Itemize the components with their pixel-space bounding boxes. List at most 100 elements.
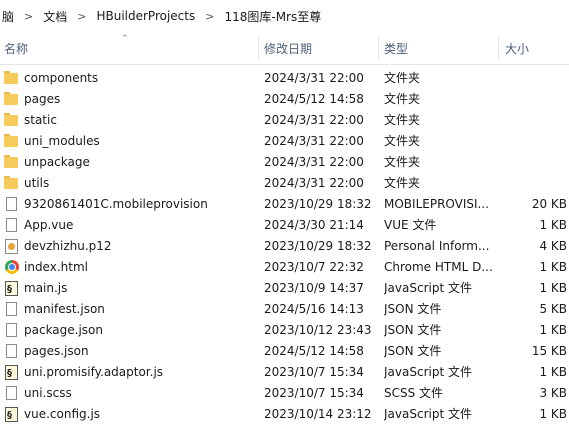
file-modified-date: 2024/3/31 22:00 <box>264 134 364 148</box>
breadcrumb: 脑 > 文档 > HBuilderProjects > 118图库-Mrs至尊 <box>0 0 569 32</box>
file-size: 1 KB <box>539 218 567 232</box>
file-type: SCSS 文件 <box>384 386 444 400</box>
file-icon <box>6 344 17 358</box>
certificate-icon <box>5 239 18 254</box>
breadcrumb-item-pc[interactable]: 脑 <box>0 8 16 25</box>
file-size: 1 KB <box>539 407 567 421</box>
column-header-size[interactable]: 大小 <box>505 32 529 64</box>
file-type: JSON 文件 <box>384 323 442 337</box>
file-icon <box>6 302 17 316</box>
file-name: unpackage <box>24 155 90 169</box>
file-type: MOBILEPROVISI... <box>384 197 489 211</box>
file-size: 20 KB <box>531 197 567 211</box>
file-name: main.js <box>24 281 68 295</box>
folder-icon <box>4 71 18 84</box>
file-name: components <box>24 71 99 85</box>
file-type: JSON 文件 <box>384 344 442 358</box>
file-name: devzhizhu.p12 <box>24 239 112 253</box>
file-row[interactable]: index.html 2023/10/7 22:32 Chrome HTML D..… <box>0 257 569 278</box>
file-row[interactable]: App.vue 2024/3/30 21:14 VUE 文件 1 KB <box>0 215 569 236</box>
file-modified-date: 2023/10/9 14:37 <box>264 281 364 295</box>
file-row[interactable]: components 2024/3/31 22:00 文件夹 <box>0 68 569 89</box>
file-modified-date: 2024/3/30 21:14 <box>264 218 364 232</box>
file-row[interactable]: manifest.json 2024/5/16 14:13 JSON 文件 5 KB <box>0 299 569 320</box>
file-name: App.vue <box>24 218 74 232</box>
file-name: 9320861401C.mobileprovision <box>24 197 208 211</box>
file-modified-date: 2023/10/14 23:12 <box>264 407 372 421</box>
file-size: 1 KB <box>539 365 567 379</box>
file-icon <box>6 323 17 337</box>
folder-icon <box>4 113 18 126</box>
file-row[interactable]: devzhizhu.p12 2023/10/29 18:32 Personal In… <box>0 236 569 257</box>
file-size: 3 KB <box>539 386 567 400</box>
file-row[interactable]: unpackage 2024/3/31 22:00 文件夹 <box>0 152 569 173</box>
file-row[interactable]: uni.scss 2023/10/7 15:34 SCSS 文件 3 KB <box>0 383 569 404</box>
file-modified-date: 2023/10/12 23:43 <box>264 323 372 337</box>
column-header-date[interactable]: 修改日期 <box>264 32 312 64</box>
file-size: 4 KB <box>539 239 567 253</box>
file-name: utils <box>24 176 50 190</box>
file-row[interactable]: package.json 2023/10/12 23:43 JSON 文件 1 KB <box>0 320 569 341</box>
script-icon: § <box>5 365 18 380</box>
file-row[interactable]: § main.js 2023/10/9 14:37 JavaScript 文件 1 KB <box>0 278 569 299</box>
file-icon <box>6 386 17 400</box>
file-name: uni_modules <box>24 134 100 148</box>
file-row[interactable]: § vue.config.js 2023/10/14 23:12 JavaScript… <box>0 404 569 425</box>
file-type: JavaScript 文件 <box>384 365 472 379</box>
file-modified-date: 2023/10/7 22:32 <box>264 260 364 274</box>
file-modified-date: 2024/3/31 22:00 <box>264 155 364 169</box>
folder-icon <box>4 92 18 105</box>
file-icon <box>6 218 17 232</box>
file-row[interactable]: pages.json 2024/5/12 14:58 JSON 文件 15 KB <box>0 341 569 362</box>
breadcrumb-item-current-folder[interactable]: 118图库-Mrs至尊 <box>222 8 323 25</box>
file-size: 1 KB <box>539 281 567 295</box>
file-size: 1 KB <box>539 323 567 337</box>
breadcrumb-separator-icon[interactable]: > <box>69 10 94 23</box>
file-modified-date: 2024/3/31 22:00 <box>264 176 364 190</box>
file-name: static <box>24 113 57 127</box>
file-size: 1 KB <box>539 260 567 274</box>
folder-icon <box>4 155 18 168</box>
breadcrumb-item-hbuilderprojects[interactable]: HBuilderProjects <box>94 9 197 23</box>
script-icon: § <box>5 281 18 296</box>
chrome-icon <box>5 260 19 274</box>
file-type: JavaScript 文件 <box>384 407 472 421</box>
file-type: Chrome HTML D... <box>384 260 493 274</box>
file-type: 文件夹 <box>384 176 421 190</box>
column-header-type[interactable]: 类型 <box>384 32 408 64</box>
column-divider[interactable] <box>378 36 379 60</box>
file-row[interactable]: pages 2024/5/12 14:58 文件夹 <box>0 89 569 110</box>
file-modified-date: 2023/10/29 18:32 <box>264 239 372 253</box>
file-type: JSON 文件 <box>384 302 442 316</box>
folder-icon <box>4 176 18 189</box>
breadcrumb-item-documents[interactable]: 文档 <box>41 8 69 25</box>
file-type: 文件夹 <box>384 71 421 85</box>
file-name: uni.promisify.adaptor.js <box>24 365 164 379</box>
file-modified-date: 2024/3/31 22:00 <box>264 71 364 85</box>
file-modified-date: 2024/5/12 14:58 <box>264 92 364 106</box>
column-divider[interactable] <box>258 36 259 60</box>
file-type: JavaScript 文件 <box>384 281 472 295</box>
file-row[interactable]: 9320861401C.mobileprovision 2023/10/29 18… <box>0 194 569 215</box>
breadcrumb-separator-icon[interactable]: > <box>197 10 222 23</box>
folder-icon <box>4 134 18 147</box>
file-type: 文件夹 <box>384 92 421 106</box>
file-type: 文件夹 <box>384 134 421 148</box>
file-type: Personal Inform... <box>384 239 490 253</box>
file-row[interactable]: § uni.promisify.adaptor.js 2023/10/7 15:34… <box>0 362 569 383</box>
breadcrumb-separator-icon[interactable]: > <box>16 10 41 23</box>
file-modified-date: 2024/5/16 14:13 <box>264 302 364 316</box>
file-size: 15 KB <box>531 344 567 358</box>
column-header-name[interactable]: 名称 <box>4 32 28 64</box>
file-row[interactable]: utils 2024/3/31 22:00 文件夹 <box>0 173 569 194</box>
file-name: package.json <box>24 323 104 337</box>
file-name: pages <box>24 92 61 106</box>
column-divider[interactable] <box>498 36 499 60</box>
file-row[interactable]: uni_modules 2024/3/31 22:00 文件夹 <box>0 131 569 152</box>
file-row[interactable]: static 2024/3/31 22:00 文件夹 <box>0 110 569 131</box>
file-modified-date: 2023/10/29 18:32 <box>264 197 372 211</box>
file-type: 文件夹 <box>384 155 421 169</box>
file-list: components 2024/3/31 22:00 文件夹 pages 2024/5/… <box>0 68 569 425</box>
file-size: 5 KB <box>539 302 567 316</box>
file-type: VUE 文件 <box>384 218 437 232</box>
